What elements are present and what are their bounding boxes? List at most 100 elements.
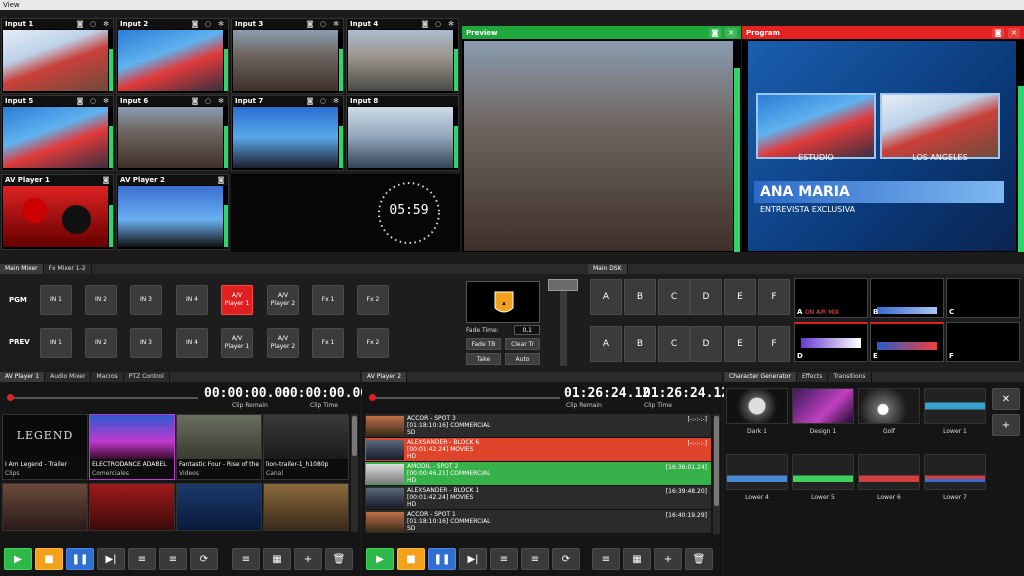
scroll-thumb[interactable] [352, 416, 357, 456]
camera-icon[interactable]: ◙ [992, 27, 1004, 38]
dsk-button-f-bottom[interactable]: F [758, 326, 790, 362]
cue-in-button[interactable]: ≡ [128, 548, 156, 570]
tab-main-mixer[interactable]: Main Mixer [0, 264, 44, 274]
input-tile-6[interactable]: Input 6 ◙ ○ ✻ [116, 95, 229, 171]
pgm-button-av-player-2[interactable]: A/V Player 2 [267, 285, 299, 315]
cue-out-button[interactable]: ≡ [159, 548, 187, 570]
wrench-icon[interactable]: ✕ [725, 27, 737, 38]
auto-button[interactable]: Auto [505, 353, 540, 365]
prev-button-av-player-2[interactable]: A/V Player 2 [267, 328, 299, 358]
tab-character-generator[interactable]: Character Generator [724, 372, 797, 382]
circle-icon[interactable]: ○ [89, 97, 97, 105]
cg-tools-button[interactable]: ✕ [992, 388, 1020, 410]
clear-tr-button[interactable]: Clear Tr [505, 338, 540, 350]
prev-button-in4[interactable]: IN 4 [176, 328, 208, 358]
dsk-button-b-top[interactable]: B [624, 279, 656, 315]
camera-icon[interactable]: ◙ [709, 27, 721, 38]
clip-card[interactable]: Fantastic Four - Rise of the Videos [176, 414, 262, 480]
cg-item[interactable]: Golf [858, 388, 920, 436]
thumbnail-view-button[interactable]: ▦ [623, 548, 651, 570]
pause-button[interactable]: ❚❚ [428, 548, 456, 570]
gear-icon[interactable]: ✻ [332, 20, 340, 28]
menu-view[interactable]: View [3, 1, 20, 9]
input-tile-2[interactable]: Input 2 ◙ ○ ✻ [116, 18, 229, 94]
play-button[interactable]: ▶ [366, 548, 394, 570]
stop-button[interactable]: ■ [35, 548, 63, 570]
cg-item[interactable]: Lower 4 [726, 454, 788, 502]
dsk-preview-f[interactable]: F [946, 322, 1020, 362]
pgm-button-in4[interactable]: IN 4 [176, 285, 208, 315]
clip-card[interactable] [176, 483, 262, 531]
add-clip-button[interactable]: + [654, 548, 682, 570]
playlist-row-next[interactable]: AMODIL - SPOT 2 [00:00:46.21] COMMERCIAL… [365, 462, 711, 486]
tab-macros[interactable]: Macros [91, 372, 124, 382]
camera-icon[interactable]: ◙ [191, 20, 199, 28]
tab-main-dsk[interactable]: Main DSK [588, 264, 628, 274]
gear-icon[interactable]: ✻ [217, 97, 225, 105]
gear-icon[interactable]: ✻ [332, 97, 340, 105]
circle-icon[interactable]: ○ [204, 20, 212, 28]
camera-icon[interactable]: ◙ [76, 97, 84, 105]
cg-item[interactable]: Lower 7 [924, 454, 986, 502]
playlist-row[interactable]: ACCOR - SPOT 3 [01:18:10:16] COMMERCIAL … [365, 414, 711, 438]
cg-item[interactable]: Lower 5 [792, 454, 854, 502]
tab-audio-mixer[interactable]: Audio Mixer [45, 372, 92, 382]
camera-icon[interactable]: ◙ [306, 97, 314, 105]
pgm-button-fx1[interactable]: Fx 1 [312, 285, 344, 315]
add-clip-button[interactable]: + [294, 548, 322, 570]
dsk-button-d-bottom[interactable]: D [690, 326, 722, 362]
dsk-preview-e[interactable]: E [870, 322, 944, 362]
dsk-button-a-bottom[interactable]: A [590, 326, 622, 362]
stop-button[interactable]: ■ [397, 548, 425, 570]
loop-button[interactable]: ⟳ [552, 548, 580, 570]
input-tile-7[interactable]: Input 7 ◙ ○ ✻ [231, 95, 344, 171]
prev-button-av-player-1[interactable]: A/V Player 1 [221, 328, 253, 358]
camera-icon[interactable]: ◙ [421, 20, 429, 28]
player1-scrollbar[interactable] [351, 414, 358, 532]
pgm-button-in3[interactable]: IN 3 [130, 285, 162, 315]
delete-clip-button[interactable]: 🗑 [325, 548, 353, 570]
gear-icon[interactable]: ✻ [102, 97, 110, 105]
list-view-button[interactable]: ≡ [232, 548, 260, 570]
loop-button[interactable]: ⟳ [190, 548, 218, 570]
camera-icon[interactable]: ◙ [191, 97, 199, 105]
dsk-button-c-bottom[interactable]: C [658, 326, 690, 362]
clip-card[interactable]: lion-trailer-1_h1080p Canal [263, 414, 349, 480]
dsk-button-a-top[interactable]: A [590, 279, 622, 315]
av-player-2-tile[interactable]: AV Player 2 ◙ [116, 174, 229, 250]
take-button[interactable]: Take [466, 353, 501, 365]
av-player-1-tile[interactable]: AV Player 1 ◙ [1, 174, 114, 250]
thumbnail-view-button[interactable]: ▦ [263, 548, 291, 570]
dsk-button-c-top[interactable]: C [658, 279, 690, 315]
camera-icon[interactable]: ◙ [102, 176, 110, 184]
camera-icon[interactable]: ◙ [217, 176, 225, 184]
cue-in-button[interactable]: ≡ [490, 548, 518, 570]
cg-item[interactable]: Lower 1 [924, 388, 986, 436]
circle-icon[interactable]: ○ [434, 20, 442, 28]
dsk-button-e-bottom[interactable]: E [724, 326, 756, 362]
clip-card[interactable] [2, 483, 88, 531]
cg-item[interactable]: Lower 6 [858, 454, 920, 502]
input-tile-5[interactable]: Input 5 ◙ ○ ✻ [1, 95, 114, 171]
circle-icon[interactable]: ○ [89, 20, 97, 28]
dsk-button-b-bottom[interactable]: B [624, 326, 656, 362]
playlist-row-on-air[interactable]: ALEXSANDER - BLOCK 6 [00:01:42.24] MOVIE… [365, 438, 711, 462]
player2-scrollbar[interactable] [713, 414, 720, 534]
delete-clip-button[interactable]: 🗑 [685, 548, 713, 570]
player1-seek-handle[interactable] [7, 394, 14, 401]
fade-tb-button[interactable]: Fade TB [466, 338, 501, 350]
tbar-handle[interactable] [548, 279, 578, 291]
tab-av-player-1[interactable]: AV Player 1 [0, 372, 46, 382]
dsk-preview-b[interactable]: B [870, 278, 944, 318]
pgm-button-in1[interactable]: IN 1 [40, 285, 72, 315]
camera-icon[interactable]: ◙ [306, 20, 314, 28]
prev-button-in2[interactable]: IN 2 [85, 328, 117, 358]
circle-icon[interactable]: ○ [204, 97, 212, 105]
tab-av-player-2[interactable]: AV Player 2 [362, 372, 408, 382]
pgm-button-fx2[interactable]: Fx 2 [357, 285, 389, 315]
input-tile-4[interactable]: Input 4 ◙ ○ ✻ [346, 18, 459, 94]
input-tile-3[interactable]: Input 3 ◙ ○ ✻ [231, 18, 344, 94]
cg-item[interactable]: Dark 1 [726, 388, 788, 436]
clip-card[interactable]: LEGEND I Am Legend - Trailer Clips [2, 414, 88, 480]
tab-ptz-control[interactable]: PTZ Control [124, 372, 170, 382]
